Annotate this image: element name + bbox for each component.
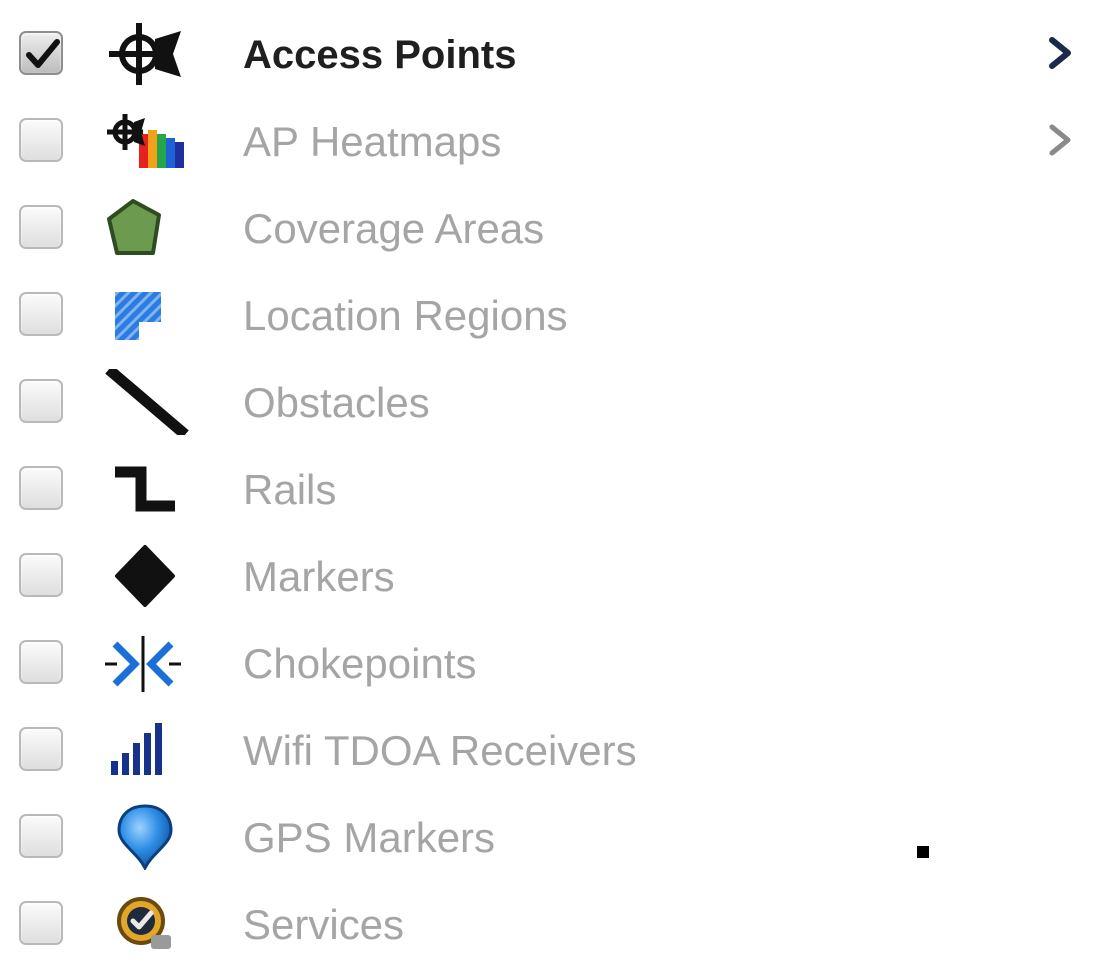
layer-row-location-regions[interactable]: Location Regions	[0, 271, 1095, 358]
layer-checkbox-services[interactable]	[19, 901, 63, 945]
layer-label: Location Regions	[243, 292, 568, 339]
layer-label: GPS Markers	[243, 814, 496, 861]
layer-label: Chokepoints	[243, 640, 477, 687]
layer-row-access-points[interactable]: Access Points	[0, 10, 1095, 97]
layer-row-wifi-tdoa-receivers[interactable]: Wifi TDOA Receivers	[0, 706, 1095, 793]
layer-row-services[interactable]: Services	[0, 880, 1095, 967]
stray-dot	[917, 846, 929, 858]
layer-label: Rails	[243, 466, 337, 513]
obstacle-icon	[103, 369, 189, 435]
layer-row-markers[interactable]: Markers	[0, 532, 1095, 619]
map-layer-list: Access Points AP Heatmaps Coverage Areas…	[0, 10, 1095, 967]
services-icon	[103, 891, 189, 957]
access-point-icon	[103, 21, 189, 87]
map-pin-icon	[103, 804, 189, 870]
layer-row-gps-markers[interactable]: GPS Markers	[0, 793, 1095, 880]
layer-label: Markers	[243, 553, 395, 600]
coverage-area-icon	[103, 195, 189, 261]
layer-row-chokepoints[interactable]: Chokepoints	[0, 619, 1095, 706]
layer-checkbox-rails[interactable]	[19, 466, 63, 510]
layer-checkbox-markers[interactable]	[19, 553, 63, 597]
layer-row-obstacles[interactable]: Obstacles	[0, 358, 1095, 445]
chevron-right-icon[interactable]	[1046, 117, 1076, 163]
layer-checkbox-location-regions[interactable]	[19, 292, 63, 336]
layer-checkbox-wifi-tdoa-receivers[interactable]	[19, 727, 63, 771]
chevron-right-icon[interactable]	[1046, 30, 1076, 76]
layer-label: AP Heatmaps	[243, 118, 502, 165]
layer-checkbox-gps-markers[interactable]	[19, 814, 63, 858]
layer-row-rails[interactable]: Rails	[0, 445, 1095, 532]
signal-bars-icon	[103, 717, 189, 783]
layer-label: Access Points	[243, 33, 517, 77]
layer-label: Obstacles	[243, 379, 430, 426]
chokepoint-icon	[103, 630, 189, 696]
layer-label: Coverage Areas	[243, 205, 545, 252]
layer-checkbox-obstacles[interactable]	[19, 379, 63, 423]
heatmap-icon	[103, 108, 189, 174]
layer-checkbox-chokepoints[interactable]	[19, 640, 63, 684]
location-region-icon	[103, 282, 189, 348]
layer-checkbox-access-points[interactable]	[19, 31, 63, 75]
layer-checkbox-ap-heatmaps[interactable]	[19, 118, 63, 162]
checkmark-icon	[26, 39, 60, 68]
layer-row-ap-heatmaps[interactable]: AP Heatmaps	[0, 97, 1095, 184]
layer-row-coverage-areas[interactable]: Coverage Areas	[0, 184, 1095, 271]
layer-label: Services	[243, 901, 405, 948]
rail-icon	[103, 456, 189, 522]
layer-checkbox-coverage-areas[interactable]	[19, 205, 63, 249]
layer-label: Wifi TDOA Receivers	[243, 727, 637, 774]
marker-icon	[103, 543, 189, 609]
